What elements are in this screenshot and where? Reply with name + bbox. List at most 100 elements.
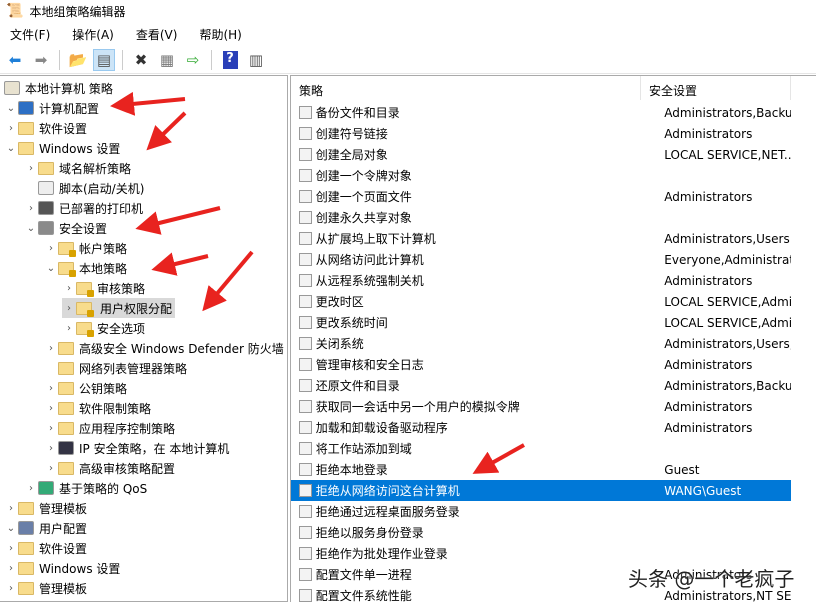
tree-item[interactable]: ›管理模板 [4,498,87,518]
policy-row[interactable]: 从网络访问此计算机Everyone,Administrat... [291,249,791,270]
policy-icon [299,295,312,308]
menu-help[interactable]: 帮助(H) [199,26,241,43]
tree-item[interactable]: 网络列表管理器策略 [44,358,187,378]
export-icon[interactable]: ⇨ [182,49,204,71]
policy-row[interactable]: 拒绝从网络访问这台计算机WANG\Guest [291,480,791,501]
tree-item[interactable]: ›应用程序控制策略 [44,418,175,438]
policy-row[interactable]: 创建永久共享对象 [291,207,791,228]
tree-item[interactable]: ⌄ 本地策略 [44,258,127,278]
chevron-right-icon[interactable]: › [44,343,58,354]
tree-item[interactable]: ›高级安全 Windows Defender 防火墙 [44,338,284,358]
policy-row[interactable]: 创建一个令牌对象 [291,165,791,186]
chevron-right-icon[interactable]: › [24,483,38,494]
chevron-right-icon[interactable]: › [44,383,58,394]
lockfolder-icon [58,262,74,275]
tree-item[interactable]: ›软件设置 [4,538,87,558]
chevron-right-icon[interactable]: › [44,243,58,254]
tree-item[interactable]: ›基于策略的 QoS [24,478,147,498]
chevron-right-icon[interactable]: › [62,283,76,294]
action-pane-icon[interactable]: ▥ [245,49,267,71]
policy-row[interactable]: 备份文件和目录Administrators,Backu... [291,102,791,123]
policy-row[interactable]: 创建一个页面文件Administrators [291,186,791,207]
tree-item[interactable]: ›Windows 设置 [4,558,120,578]
policy-row[interactable]: 管理审核和安全日志Administrators [291,354,791,375]
chevron-right-icon[interactable]: › [4,503,18,514]
column-header-setting[interactable]: 安全设置 [641,76,791,100]
chevron-down-icon[interactable]: ⌄ [44,263,58,274]
chevron-down-icon[interactable]: ⌄ [4,143,18,154]
policy-row[interactable]: 从远程系统强制关机Administrators [291,270,791,291]
tree-item[interactable]: ⌄用户配置 [4,518,87,538]
show-hide-tree-icon[interactable]: ▤ [93,49,115,71]
properties-icon[interactable]: ▦ [156,49,178,71]
tree-item[interactable]: › 公钥策略 [44,378,127,398]
menu-file[interactable]: 文件(F) [10,26,50,43]
chevron-down-icon[interactable]: ⌄ [4,523,18,534]
policy-row[interactable]: 还原文件和目录Administrators,Backu... [291,375,791,396]
policy-name: 还原文件和目录 [316,377,645,394]
policy-icon [299,274,312,287]
forward-icon[interactable]: ➡ [30,49,52,71]
chevron-right-icon[interactable]: › [44,423,58,434]
policy-row[interactable]: 拒绝作为批处理作业登录 [291,543,791,564]
policy-row[interactable]: 更改系统时间LOCAL SERVICE,Admi... [291,312,791,333]
printer-icon [38,201,54,215]
chevron-right-icon[interactable]: › [44,443,58,454]
tree-item[interactable]: ›已部署的打印机 [24,198,143,218]
policy-row[interactable]: 创建全局对象LOCAL SERVICE,NET... [291,144,791,165]
up-folder-icon[interactable]: 📂 [67,49,89,71]
chevron-down-icon[interactable]: ⌄ [24,223,38,234]
policy-row[interactable]: 拒绝通过远程桌面服务登录 [291,501,791,522]
tree-item[interactable]: ⌄计算机配置 [4,98,99,118]
policy-row[interactable]: 创建符号链接Administrators [291,123,791,144]
delete-icon[interactable]: ✖ [130,49,152,71]
tree-item[interactable]: ›软件限制策略 [44,398,151,418]
tree-item-label: 本地策略 [79,260,127,277]
chevron-right-icon[interactable]: › [24,163,38,174]
policy-row[interactable]: 关闭系统Administrators,Users,... [291,333,791,354]
tree-item[interactable]: ›IP 安全策略，在 本地计算机 [44,438,229,458]
tree-item[interactable]: ›用户权限分配 [62,298,175,318]
chevron-right-icon[interactable]: › [4,563,18,574]
tree-item[interactable]: ›软件设置 [4,118,87,138]
tree-item[interactable]: 本地计算机 策略 [4,78,113,98]
tree-item[interactable]: ›审核策略 [62,278,145,298]
menu-view[interactable]: 查看(V) [136,26,178,43]
chevron-right-icon[interactable]: › [4,123,18,134]
folder-icon [18,122,34,135]
tree-item[interactable]: ›安全选项 [62,318,145,338]
column-header-policy[interactable]: 策略 [291,76,641,100]
policy-row[interactable]: 从扩展坞上取下计算机Administrators,Users [291,228,791,249]
chevron-down-icon[interactable]: ⌄ [4,103,18,114]
menu-action[interactable]: 操作(A) [72,26,114,43]
policy-icon [299,442,312,455]
tree-item[interactable]: ›管理模板 [4,578,87,598]
policy-row[interactable]: 加载和卸载设备驱动程序Administrators [291,417,791,438]
tree-item-label: Windows 设置 [39,140,120,157]
chevron-right-icon[interactable]: › [4,583,18,594]
policy-setting: Administrators [644,400,791,414]
back-icon[interactable]: ⬅ [4,49,26,71]
tree-item[interactable]: ›域名解析策略 [24,158,131,178]
tree-item[interactable]: ›高级审核策略配置 [44,458,175,478]
chevron-right-icon[interactable]: › [62,323,76,334]
help-icon[interactable]: ? [219,49,241,71]
tree-item[interactable]: ⌄安全设置 [24,218,107,238]
tree-item[interactable]: ⌄ Windows 设置 [4,138,120,158]
tree-item-label: 公钥策略 [79,380,127,397]
policy-icon [299,211,312,224]
policy-icon [299,148,312,161]
chevron-right-icon[interactable]: › [44,463,58,474]
chevron-right-icon[interactable]: › [24,203,38,214]
policy-row[interactable]: 获取同一会话中另一个用户的模拟令牌Administrators [291,396,791,417]
policy-row[interactable]: 更改时区LOCAL SERVICE,Admi... [291,291,791,312]
chevron-right-icon[interactable]: › [4,543,18,554]
tree-item[interactable]: ›帐户策略 [44,238,127,258]
policy-row[interactable]: 拒绝本地登录Guest [291,459,791,480]
policy-row[interactable]: 拒绝以服务身份登录 [291,522,791,543]
tree-item[interactable]: 脚本(启动/关机) [24,178,144,198]
policy-name: 更改系统时间 [316,314,645,331]
chevron-right-icon[interactable]: › [44,403,58,414]
policy-row[interactable]: 将工作站添加到域 [291,438,791,459]
chevron-right-icon[interactable]: › [62,303,76,314]
